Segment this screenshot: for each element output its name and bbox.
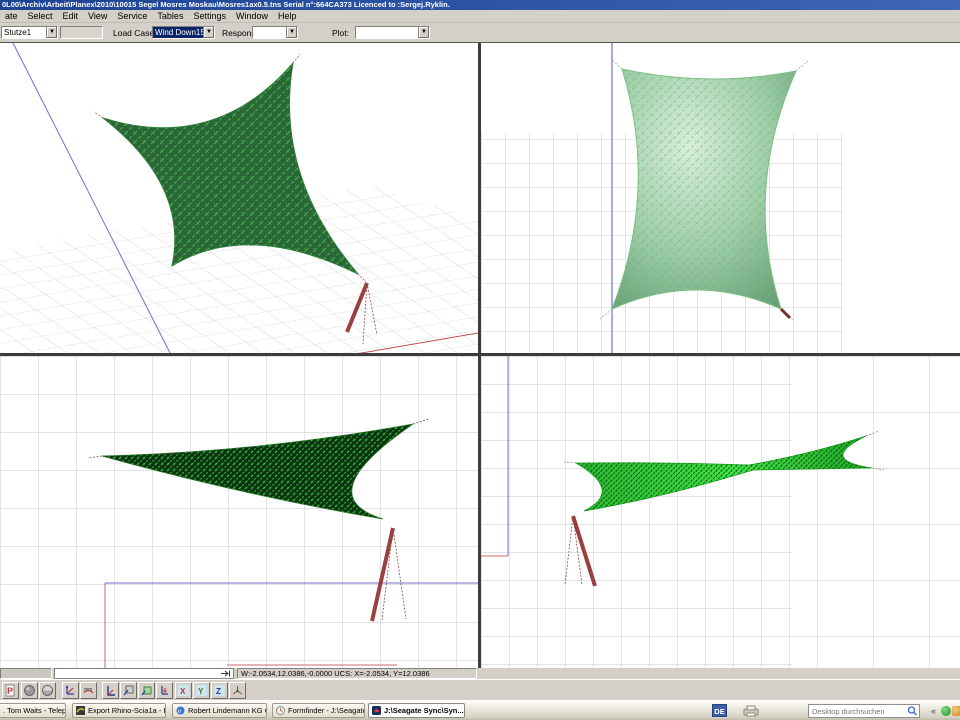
view-toolbar: P mm X Y Z: [0, 679, 960, 700]
elevation-grid-sparse: [792, 356, 960, 669]
coordinate-readout: W:-2.0534,12.0386,-0.0000 UCS: X=-2.0534…: [237, 668, 477, 679]
seagate-sync-icon: [372, 706, 381, 715]
view-axonometric-button[interactable]: [229, 682, 246, 699]
menu-item-view[interactable]: View: [83, 10, 112, 23]
viewport-front[interactable]: [0, 356, 478, 669]
title-bar[interactable]: 0L00\Archiv\Arbeit\Planex\2010\10015 Seg…: [0, 0, 960, 10]
taskbar-button-export-rhino[interactable]: Export Rhino-Scia1a - Rh...: [72, 703, 166, 718]
viewport-top[interactable]: [481, 43, 960, 353]
taskbar-button-tom-waits[interactable]: . Tom Waits - Teleph...: [0, 703, 66, 718]
response-combo-value: [253, 27, 286, 38]
view-z-button[interactable]: Z: [211, 682, 228, 699]
selection-combo[interactable]: Stutze1 ▼: [1, 26, 58, 39]
view-box-3-button[interactable]: [138, 682, 155, 699]
chevron-down-icon[interactable]: ▼: [46, 27, 57, 38]
status-pad: [0, 668, 52, 679]
view-x-button[interactable]: X: [175, 682, 192, 699]
language-indicator[interactable]: DE: [712, 704, 727, 717]
tray-sync-icon[interactable]: [941, 706, 951, 716]
formfinder-icon: [276, 706, 285, 715]
scroll-arrow-icon[interactable]: [220, 670, 232, 677]
paste-button[interactable]: P: [2, 682, 19, 699]
window-title: 0L00\Archiv\Arbeit\Planex\2010\10015 Seg…: [2, 0, 450, 9]
menu-item-ate[interactable]: ate: [0, 10, 23, 23]
empty-field: [60, 26, 103, 39]
svg-text:P: P: [7, 686, 13, 696]
svg-text:X: X: [180, 687, 186, 696]
view-box-1-button[interactable]: [102, 682, 119, 699]
menu-item-settings[interactable]: Settings: [188, 10, 231, 23]
viewport-grid: [0, 42, 960, 668]
plot-label: Plot:: [332, 28, 349, 38]
menu-item-help[interactable]: Help: [273, 10, 302, 23]
taskbar-button-formfinder[interactable]: Formfinder - J:\Seagate ...: [272, 703, 365, 718]
svg-text:Y: Y: [198, 687, 204, 696]
svg-text:Z: Z: [216, 687, 221, 696]
load-case-combo[interactable]: Wind Down15 ▼: [152, 26, 215, 39]
taskbar-button-seagate-sync[interactable]: J:\Seagate Sync\Syn...: [368, 703, 465, 718]
viewport-perspective[interactable]: [0, 43, 478, 353]
menu-item-service[interactable]: Service: [112, 10, 152, 23]
search-icon[interactable]: [906, 705, 919, 717]
load-case-label: Load Case:: [113, 28, 156, 38]
taskbar-button-internet-explorer[interactable]: e Robert Lindemann KG Gr...: [172, 703, 267, 718]
chevron-down-icon[interactable]: ▼: [286, 27, 297, 38]
plot-combo-value: [356, 27, 418, 38]
plot-combo[interactable]: ▼: [355, 26, 430, 39]
horizontal-scrollbar[interactable]: [54, 668, 234, 679]
printer-icon[interactable]: [742, 705, 760, 717]
local-axis-button[interactable]: [62, 682, 79, 699]
view-y-button[interactable]: Y: [193, 682, 210, 699]
render-shaded-button[interactable]: [39, 682, 56, 699]
response-combo[interactable]: ▼: [252, 26, 298, 39]
status-bar: W:-2.0534,12.0386,-0.0000 UCS: X=-2.0534…: [0, 668, 960, 679]
viewport-side[interactable]: [481, 356, 960, 669]
svg-text:mm: mm: [84, 687, 92, 693]
toolbar: Stutze1 ▼ Load Case: Wind Down15 ▼ Respo…: [0, 23, 960, 42]
tray-app-icon[interactable]: [952, 706, 960, 716]
dimension-mm-button[interactable]: mm: [80, 682, 97, 699]
menu-item-tables[interactable]: Tables: [152, 10, 188, 23]
menu-item-window[interactable]: Window: [231, 10, 273, 23]
menu-bar: ate Select Edit View Service Tables Sett…: [0, 10, 960, 23]
internet-explorer-icon: e: [176, 706, 185, 715]
application-window: 0L00\Archiv\Arbeit\Planex\2010\10015 Seg…: [0, 0, 960, 720]
menu-item-edit[interactable]: Edit: [58, 10, 84, 23]
selection-combo-value: Stutze1: [2, 27, 46, 38]
elevation-grid: [0, 356, 478, 669]
menu-item-select[interactable]: Select: [23, 10, 58, 23]
elevation-grid-dense: [481, 356, 792, 669]
view-down-button[interactable]: [156, 682, 173, 699]
desktop-search: [808, 704, 920, 718]
load-case-combo-value: Wind Down15: [153, 27, 203, 38]
view-box-2-button[interactable]: [120, 682, 137, 699]
tray-expand-chevron[interactable]: «: [931, 705, 936, 717]
render-solid-button[interactable]: [21, 682, 38, 699]
search-input[interactable]: [809, 707, 906, 716]
chevron-down-icon[interactable]: ▼: [203, 27, 214, 38]
taskbar: . Tom Waits - Teleph... Export Rhino-Sci…: [0, 700, 960, 720]
chevron-down-icon[interactable]: ▼: [418, 27, 429, 38]
rhino-icon: [76, 706, 85, 715]
svg-text:e: e: [178, 707, 181, 715]
